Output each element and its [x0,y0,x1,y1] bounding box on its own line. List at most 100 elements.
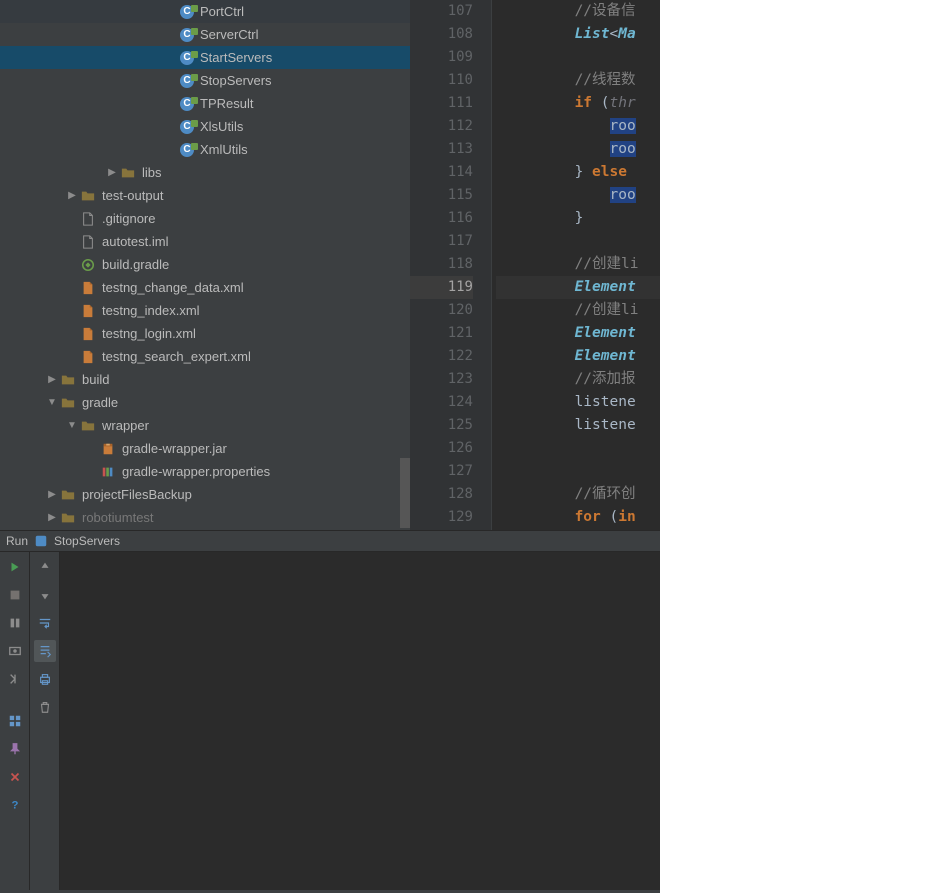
layout-button[interactable] [4,710,26,732]
project-scrollbar-thumb[interactable] [400,458,410,528]
gutter-line-number[interactable]: 107 [410,0,473,23]
tree-item[interactable]: gradle-wrapper.jar [0,437,410,460]
gutter-line-number[interactable]: 121 [410,322,473,345]
tree-item[interactable]: ▶projectFilesBackup [0,483,410,506]
tree-item[interactable]: CStopServers [0,69,410,92]
gutter-line-number[interactable]: 110 [410,69,473,92]
code-line[interactable]: //创建li [496,299,660,322]
gutter-line-number[interactable]: 112 [410,115,473,138]
clear-button[interactable] [34,696,56,718]
run-panel-header[interactable]: Run StopServers [0,530,660,552]
code-line[interactable]: //添加报 [496,368,660,391]
code-line[interactable]: List<Ma [496,23,660,46]
code-line[interactable]: roo [496,115,660,138]
gutter-line-number[interactable]: 124 [410,391,473,414]
code-editor[interactable]: 1071081091101111121131141151161171181191… [410,0,660,530]
close-button[interactable] [4,766,26,788]
code-line[interactable]: listene [496,414,660,437]
tree-item[interactable]: CTPResult [0,92,410,115]
tree-item[interactable]: ▶test-output [0,184,410,207]
tree-item[interactable]: gradle-wrapper.properties [0,460,410,483]
code-line[interactable]: if (thr [496,92,660,115]
print-button[interactable] [34,668,56,690]
gutter-line-number[interactable]: 127 [410,460,473,483]
expand-arrow-icon[interactable]: ▶ [104,167,120,178]
tree-item[interactable]: CPortCtrl [0,0,410,23]
code-line[interactable]: roo [496,184,660,207]
tree-item[interactable]: testng_change_data.xml [0,276,410,299]
scroll-to-end-button[interactable] [34,640,56,662]
tree-item[interactable]: .gitignore [0,207,410,230]
expand-arrow-icon[interactable]: ▶ [44,374,60,385]
soft-wrap-button[interactable] [34,612,56,634]
exit-button[interactable] [4,668,26,690]
gutter-line-number[interactable]: 108 [410,23,473,46]
tree-item[interactable]: CXlsUtils [0,115,410,138]
code-line[interactable] [496,230,660,253]
code-line[interactable]: Element [496,322,660,345]
tree-item[interactable]: CStartServers [0,46,410,69]
gutter-line-number[interactable]: 126 [410,437,473,460]
tree-item-label: wrapper [102,418,149,433]
down-button[interactable] [34,584,56,606]
expand-arrow-icon[interactable]: ▶ [64,190,80,201]
gutter-line-number[interactable]: 109 [410,46,473,69]
run-config-name: StopServers [54,534,120,548]
code-line[interactable]: for (in [496,506,660,529]
pin-button[interactable] [4,738,26,760]
pause-button[interactable] [4,612,26,634]
tree-item[interactable]: ▶libs [0,161,410,184]
code-line[interactable] [496,437,660,460]
expand-arrow-icon[interactable]: ▶ [44,489,60,500]
help-button[interactable]: ? [4,794,26,816]
dump-threads-button[interactable] [4,640,26,662]
tree-item[interactable]: testng_search_expert.xml [0,345,410,368]
code-line[interactable]: } else [496,161,660,184]
tree-item[interactable]: ▶build [0,368,410,391]
tree-item[interactable]: ▼gradle [0,391,410,414]
code-line[interactable]: Element [496,345,660,368]
rerun-button[interactable] [4,556,26,578]
gutter-line-number[interactable]: 122 [410,345,473,368]
gutter-line-number[interactable]: 123 [410,368,473,391]
code-line[interactable]: //设备信 [496,0,660,23]
code-line[interactable] [496,460,660,483]
gutter-line-number[interactable]: 125 [410,414,473,437]
project-scrollbar[interactable] [400,178,410,524]
gutter-line-number[interactable]: 129 [410,506,473,529]
gutter-line-number[interactable]: 115 [410,184,473,207]
code-line[interactable] [496,46,660,69]
expand-arrow-icon[interactable]: ▶ [44,512,60,523]
gutter-line-number[interactable]: 128 [410,483,473,506]
code-line[interactable]: listene [496,391,660,414]
code-line[interactable]: Element [496,276,660,299]
code-line[interactable]: roo [496,138,660,161]
gradle-file-icon [80,257,96,273]
code-line[interactable]: //线程数 [496,69,660,92]
tree-item[interactable]: testng_login.xml [0,322,410,345]
gutter-line-number[interactable]: 118 [410,253,473,276]
editor-code-area[interactable]: //设备信 List<Ma //线程数 if (thr roo roo } el… [492,0,660,530]
tree-item[interactable]: build.gradle [0,253,410,276]
tree-item[interactable]: ▶robotiumtest [0,506,410,529]
tree-item[interactable]: CServerCtrl [0,23,410,46]
gutter-line-number[interactable]: 111 [410,92,473,115]
gutter-line-number[interactable]: 117 [410,230,473,253]
tree-item[interactable]: CXmlUtils [0,138,410,161]
tree-item[interactable]: testng_index.xml [0,299,410,322]
gutter-line-number[interactable]: 119 [410,276,473,299]
collapse-arrow-icon[interactable]: ▼ [44,397,60,408]
tree-item[interactable]: ▼ wrapper [0,414,410,437]
gutter-line-number[interactable]: 116 [410,207,473,230]
up-button[interactable] [34,556,56,578]
code-line[interactable]: //循环创 [496,483,660,506]
gutter-line-number[interactable]: 120 [410,299,473,322]
console-output[interactable] [60,552,660,890]
stop-button[interactable] [4,584,26,606]
collapse-arrow-icon[interactable]: ▼ [64,420,80,431]
gutter-line-number[interactable]: 113 [410,138,473,161]
code-line[interactable]: //创建li [496,253,660,276]
code-line[interactable]: } [496,207,660,230]
gutter-line-number[interactable]: 114 [410,161,473,184]
tree-item[interactable]: autotest.iml [0,230,410,253]
